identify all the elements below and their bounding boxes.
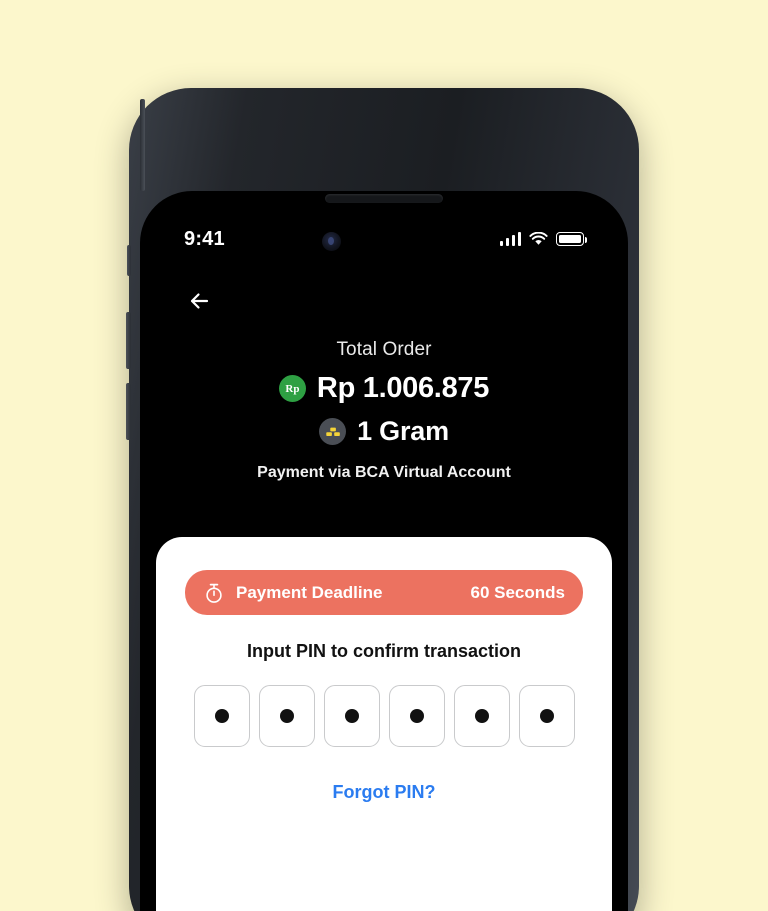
- pin-dot: [539, 709, 554, 723]
- payment-deadline-value: 60 Seconds: [470, 582, 566, 602]
- gold-bars-icon: [319, 418, 347, 445]
- payment-deadline-label: Payment Deadline: [236, 582, 383, 602]
- pin-box[interactable]: [323, 685, 380, 747]
- status-bar-time: 9:41: [184, 227, 225, 250]
- volume-up-button[interactable]: [126, 312, 131, 369]
- forgot-pin-link[interactable]: Forgot PIN?: [156, 782, 612, 803]
- pin-box[interactable]: [453, 685, 510, 747]
- rupiah-icon: Rp: [278, 375, 306, 402]
- battery-icon: [556, 232, 588, 246]
- speaker-grille: [325, 194, 443, 203]
- status-bar: 9:41: [140, 225, 628, 253]
- order-amount-row: Rp Rp 1.006.875: [140, 372, 628, 405]
- order-amount: Rp 1.006.875: [316, 372, 490, 404]
- order-summary: Total Order Rp Rp 1.006.875 1 Gram Payme…: [140, 339, 628, 482]
- power-button[interactable]: [140, 99, 145, 191]
- wifi-icon: [529, 232, 548, 245]
- back-button[interactable]: [184, 284, 218, 318]
- battery-level: [558, 234, 582, 244]
- pin-dot: [344, 709, 359, 723]
- pin-box[interactable]: [388, 685, 445, 747]
- pin-instruction: Input PIN to confirm transaction: [246, 641, 521, 661]
- pin-box[interactable]: [258, 685, 315, 747]
- cellular-signal-icon: [499, 232, 521, 246]
- pin-dot: [214, 709, 229, 723]
- pin-dot: [409, 709, 424, 723]
- content-sheet: Payment Deadline 60 Seconds Input PIN to…: [156, 537, 612, 911]
- order-weight-row: 1 Gram: [140, 416, 628, 447]
- silent-switch[interactable]: [127, 245, 131, 276]
- payment-method-label: Payment via BCA Virtual Account: [257, 464, 511, 481]
- back-arrow-icon: [190, 293, 209, 309]
- phone-screen: 9:41 Total Order Rp Rp 1.006.875 1 Gram …: [140, 191, 628, 911]
- total-order-label: Total Order: [336, 339, 432, 360]
- pin-box[interactable]: [518, 685, 575, 747]
- pin-box[interactable]: [193, 685, 250, 747]
- phone-frame: 9:41 Total Order Rp Rp 1.006.875 1 Gram …: [126, 88, 639, 911]
- stopwatch-icon: [206, 583, 222, 603]
- volume-down-button[interactable]: [126, 383, 131, 440]
- pin-dot: [279, 709, 294, 723]
- status-bar-icons: [499, 232, 588, 246]
- pin-input-row[interactable]: [156, 685, 612, 747]
- pin-dot: [474, 709, 489, 723]
- payment-deadline-banner: Payment Deadline 60 Seconds: [185, 570, 583, 615]
- order-weight: 1 Gram: [357, 416, 449, 446]
